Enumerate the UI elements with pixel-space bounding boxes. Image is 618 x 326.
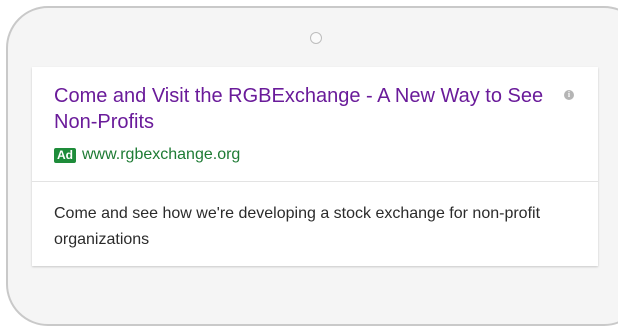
ad-description: Come and see how we're developing a stoc… xyxy=(54,205,541,248)
display-url-row: Ad www.rgbexchange.org xyxy=(54,146,240,164)
search-ad-card: Come and Visit the RGBExchange - A New W… xyxy=(32,67,598,266)
ad-headline-link[interactable]: Come and Visit the RGBExchange - A New W… xyxy=(54,83,544,135)
ad-header-section: Come and Visit the RGBExchange - A New W… xyxy=(32,67,598,182)
display-url-link[interactable]: www.rgbexchange.org xyxy=(82,146,240,164)
info-icon[interactable]: i xyxy=(564,90,574,100)
ad-badge: Ad xyxy=(54,147,76,163)
front-camera-icon xyxy=(310,32,322,44)
